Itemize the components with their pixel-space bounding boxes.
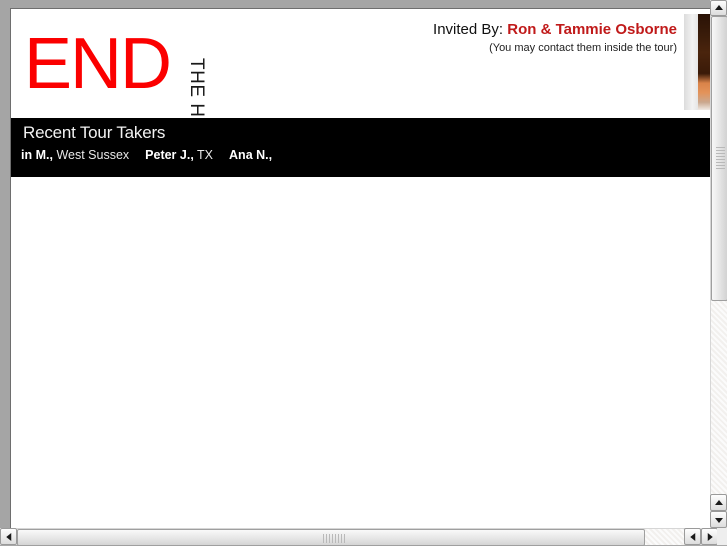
- invited-by-line: Invited By: Ron & Tammie Osborne: [433, 21, 677, 39]
- invited-by-label: Invited By:: [433, 21, 504, 38]
- page-header: END THE HYPE Invited By: Ron & Tammie Os…: [11, 9, 710, 157]
- taker-location: West Sussex: [56, 148, 130, 162]
- chevron-down-icon: [714, 517, 723, 523]
- page-content-area: [11, 177, 710, 528]
- chevron-left-icon: [5, 532, 11, 541]
- contact-note: (You may contact them inside the tour): [489, 42, 677, 54]
- vertical-scroll-track[interactable]: [710, 16, 727, 494]
- browser-window: END THE HYPE Invited By: Ron & Tammie Os…: [0, 0, 727, 546]
- scroll-thumb-grip: [716, 147, 725, 169]
- chevron-up-icon: [714, 5, 723, 10]
- taker-location: TX: [197, 148, 214, 162]
- horizontal-scroll-thumb[interactable]: [17, 529, 645, 546]
- logo-hype-wrapper: THE HYPE: [148, 21, 207, 157]
- chevron-left-icon: [689, 532, 695, 541]
- scroll-right-button[interactable]: [701, 528, 718, 545]
- taker-name: Peter J.,: [145, 148, 194, 162]
- sponsor-name[interactable]: Ron & Tammie Osborne: [507, 21, 677, 38]
- vertical-scroll-buttons[interactable]: [710, 494, 727, 528]
- list-item: in M., West Sussex: [21, 148, 129, 162]
- list-item: Ana N.,: [229, 148, 272, 162]
- horizontal-scrollbar[interactable]: [0, 528, 727, 546]
- invited-by-block: Invited By: Ron & Tammie Osborne (You ma…: [433, 21, 677, 55]
- horizontal-scroll-track[interactable]: [17, 528, 687, 546]
- scroll-thumb-grip: [323, 534, 345, 543]
- scrollbar-corner: [717, 528, 727, 545]
- recent-tour-takers-list: in M., West Sussex Peter J., TX Ana N.,: [21, 148, 272, 162]
- vertical-scroll-thumb[interactable]: [711, 16, 727, 301]
- page-viewport: END THE HYPE Invited By: Ron & Tammie Os…: [11, 9, 710, 528]
- scroll-left-button[interactable]: [684, 528, 701, 545]
- sponsor-photo-matte: [684, 14, 698, 110]
- scroll-up-button[interactable]: [710, 494, 727, 511]
- horizontal-scroll-buttons[interactable]: [684, 528, 718, 545]
- scroll-up-button-top[interactable]: [710, 0, 727, 16]
- chevron-up-icon: [714, 499, 723, 505]
- recent-tour-takers-bar: Recent Tour Takers in M., West Sussex Pet…: [11, 118, 710, 177]
- chevron-right-icon: [707, 532, 713, 541]
- recent-tour-takers-title: Recent Tour Takers: [23, 123, 166, 142]
- taker-name: Ana N.,: [229, 148, 273, 162]
- sponsor-photo: [684, 14, 710, 110]
- scroll-down-button[interactable]: [710, 511, 727, 528]
- vertical-scrollbar[interactable]: [710, 0, 727, 528]
- list-item: Peter J., TX: [145, 148, 213, 162]
- scroll-left-button-left[interactable]: [0, 528, 17, 545]
- taker-name: in M.,: [21, 148, 53, 162]
